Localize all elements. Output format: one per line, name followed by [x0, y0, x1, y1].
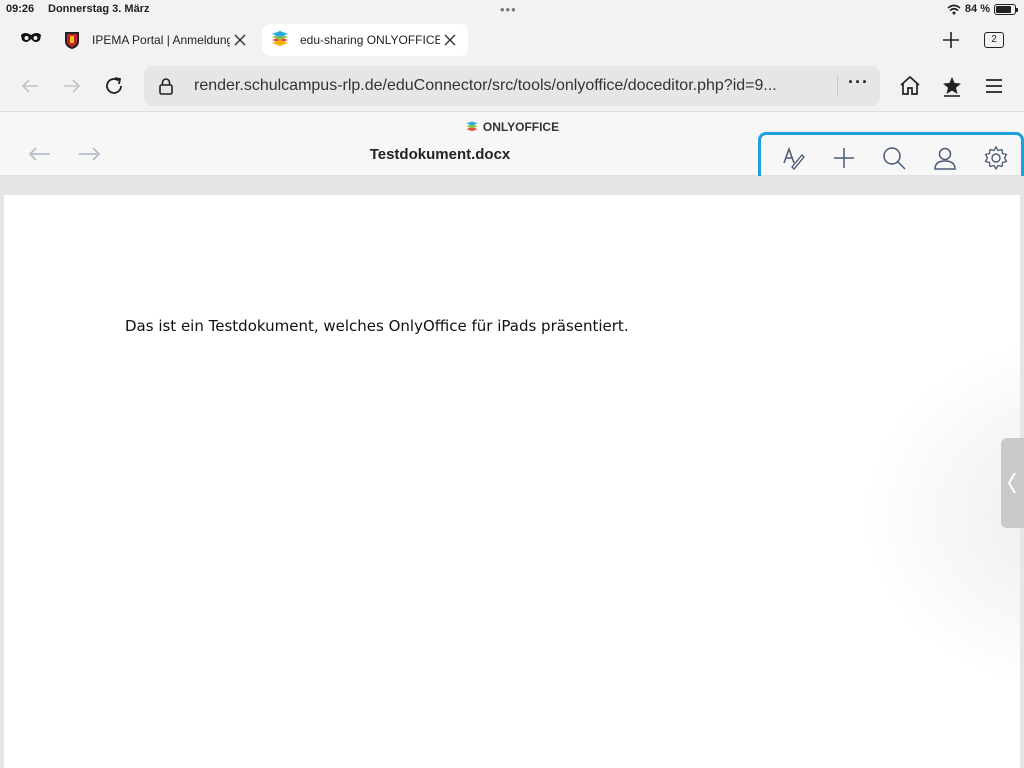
multitasking-dots-icon[interactable]: •••: [500, 2, 517, 17]
status-right: 84 %: [947, 3, 1018, 15]
url-text[interactable]: render.schulcampus-rlp.de/eduConnector/s…: [194, 77, 777, 95]
document-area: Das ist ein Testdokument, welches OnlyOf…: [0, 176, 1024, 768]
onlyoffice-favicon-icon: [272, 31, 288, 46]
tab-label: IPEMA Portal | Anmeldung: [92, 33, 230, 47]
text-format-pen-icon[interactable]: [780, 145, 806, 171]
home-icon[interactable]: [898, 74, 922, 98]
status-bar: 09:26 Donnerstag 3. März ••• 84 %: [0, 0, 1024, 20]
side-panel-handle[interactable]: [1001, 438, 1024, 528]
status-date: Donnerstag 3. März: [48, 3, 150, 15]
page-shadow: [860, 335, 1020, 695]
new-tab-plus-icon[interactable]: [940, 29, 962, 51]
editor-header: ONLYOFFICE Testdokument.docx: [0, 112, 1024, 199]
tab-onlyoffice[interactable]: edu-sharing ONLYOFFICE: [262, 24, 468, 56]
brand-name: ONLYOFFICE: [482, 120, 560, 134]
search-icon[interactable]: [881, 145, 907, 171]
status-time: 09:26: [6, 3, 35, 15]
add-plus-icon[interactable]: [831, 145, 857, 171]
reload-icon[interactable]: [102, 74, 126, 98]
battery-percent: 84 %: [964, 3, 990, 15]
document-title: Testdokument.docx: [369, 146, 511, 163]
tab-bar: IPEMA Portal | Anmeldung edu-sharing ONL…: [0, 20, 1024, 60]
document-page[interactable]: Das ist ein Testdokument, welches OnlyOf…: [4, 195, 1020, 768]
onlyoffice-logo-icon: [466, 121, 478, 132]
settings-gear-icon[interactable]: [983, 145, 1009, 171]
bookmarks-star-icon[interactable]: [940, 74, 964, 98]
tab-ipema[interactable]: IPEMA Portal | Anmeldung: [54, 24, 258, 56]
close-tab-icon[interactable]: [440, 30, 460, 50]
tab-count-button[interactable]: 2: [984, 32, 1004, 48]
forward-arrow-icon[interactable]: [60, 74, 84, 98]
crest-favicon-icon: [65, 32, 79, 49]
private-mask-icon[interactable]: [20, 31, 42, 45]
document-text[interactable]: Das ist ein Testdokument, welches OnlyOf…: [125, 317, 629, 335]
page-actions-menu-button[interactable]: ···: [848, 72, 869, 93]
user-icon[interactable]: [932, 145, 958, 171]
navigation-bar: render.schulcampus-rlp.de/eduConnector/s…: [0, 60, 1024, 112]
close-tab-icon[interactable]: [230, 30, 250, 50]
hamburger-menu-icon[interactable]: [982, 74, 1006, 98]
chevron-left-icon: [1007, 472, 1016, 494]
back-arrow-icon[interactable]: [18, 74, 42, 98]
lock-icon[interactable]: [156, 76, 176, 96]
battery-icon: [994, 3, 1018, 15]
tab-label: edu-sharing ONLYOFFICE: [300, 33, 440, 47]
url-separator: [837, 75, 838, 97]
wifi-icon: [947, 4, 961, 14]
address-bar[interactable]: render.schulcampus-rlp.de/eduConnector/s…: [144, 66, 880, 106]
